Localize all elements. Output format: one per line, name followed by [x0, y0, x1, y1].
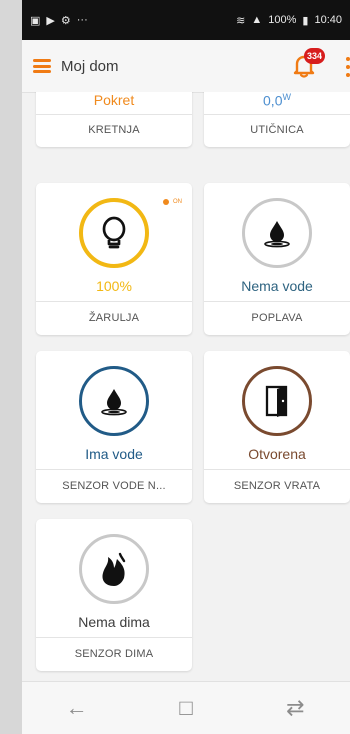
- android-navigation-bar: ← □ ⇄: [22, 681, 350, 734]
- kretnja-value: Pokret: [93, 92, 135, 108]
- play-icon: ▶: [46, 14, 55, 27]
- poplava-label: POPLAVA: [251, 312, 303, 324]
- bulb-icon: [79, 198, 149, 268]
- notification-badge: 334: [303, 48, 325, 64]
- flame-icon: [79, 534, 149, 604]
- status-dot: [163, 199, 169, 205]
- card-senzor-vrata[interactable]: Otvorena SENZOR VRATA: [204, 351, 350, 503]
- back-icon[interactable]: ←: [62, 693, 92, 723]
- senzor-vrata-label: SENZOR VRATA: [233, 480, 321, 492]
- time-text: 10:40: [314, 14, 342, 26]
- card-zarulja[interactable]: ON 100% ŽARULJA: [36, 183, 192, 335]
- card-uticnica[interactable]: 0,0W UTIČNICA: [204, 92, 350, 147]
- card-poplava[interactable]: Nema vode POPLAVA: [204, 183, 350, 335]
- app-bar: Moj dom 334: [22, 40, 350, 93]
- door-icon: [242, 366, 312, 436]
- zarulja-label: ŽARULJA: [88, 312, 140, 324]
- water-drop-icon: [79, 366, 149, 436]
- notification-button[interactable]: 334: [291, 48, 325, 80]
- senzor-vode-label: SENZOR VODE N...: [62, 480, 166, 492]
- home-icon[interactable]: □: [171, 693, 201, 723]
- wifi-icon: ≋: [236, 14, 246, 27]
- recent-icon[interactable]: ⇄: [280, 693, 310, 723]
- senzor-vrata-value: Otvorena: [248, 446, 306, 462]
- card-kretnja[interactable]: Pokret KRETNJA: [36, 92, 192, 147]
- kebab-menu-icon[interactable]: [345, 57, 350, 77]
- senzor-dima-value: Nema dima: [78, 614, 150, 630]
- phone-screen: ▣ ▶ ⚙ ··· ≋ ▲ 100% ▮ 10:40 Moj dom 334 P…: [22, 0, 350, 734]
- more-icon: ···: [76, 14, 88, 26]
- card-senzor-dima[interactable]: Nema dima SENZOR DIMA: [36, 519, 192, 671]
- kretnja-label: KRETNJA: [88, 124, 140, 136]
- device-grid: Pokret KRETNJA 0,0W UTIČNICA ON 100% ŽAR…: [22, 92, 350, 682]
- senzor-vode-value: Ima vode: [85, 446, 143, 462]
- status-right-info: ≋ ▲ 100% ▮ 10:40: [236, 14, 342, 27]
- zarulja-status: ON: [163, 199, 182, 205]
- zarulja-value: 100%: [96, 278, 132, 294]
- uticnica-value: 0,0W: [263, 92, 291, 109]
- settings-icon: ⚙: [60, 14, 71, 27]
- battery-icon: ▮: [302, 14, 309, 27]
- water-drop-icon: [242, 198, 312, 268]
- signal-icon: ▲: [251, 14, 263, 26]
- poplava-value: Nema vode: [241, 278, 313, 294]
- status-bar: ▣ ▶ ⚙ ··· ≋ ▲ 100% ▮ 10:40: [22, 0, 350, 40]
- card-senzor-vode[interactable]: Ima vode SENZOR VODE N...: [36, 351, 192, 503]
- uticnica-label: UTIČNICA: [250, 124, 304, 136]
- app-title: Moj dom: [61, 57, 119, 75]
- uticnica-unit: W: [282, 92, 291, 102]
- senzor-dima-label: SENZOR DIMA: [74, 648, 154, 660]
- battery-percent: 100%: [268, 14, 297, 26]
- message-icon: ▣: [30, 14, 41, 27]
- status-left-icons: ▣ ▶ ⚙ ···: [30, 14, 88, 27]
- hamburger-menu-icon[interactable]: [33, 59, 51, 73]
